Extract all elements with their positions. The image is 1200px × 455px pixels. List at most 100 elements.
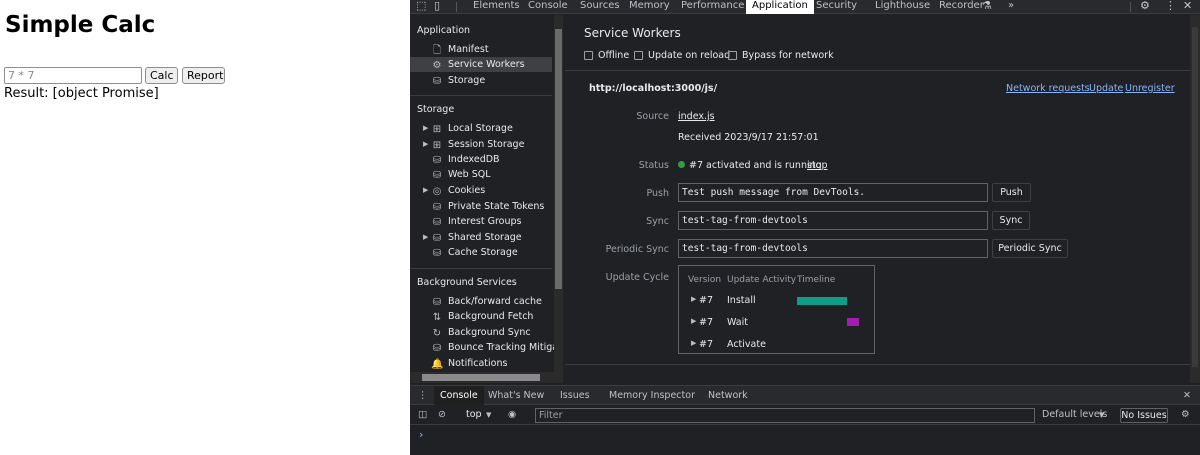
grid-icon: ⊞ xyxy=(432,140,442,151)
sidebar-item-label: Local Storage xyxy=(448,123,513,134)
sidebar-item-notifications[interactable]: 🔔 Notifications xyxy=(410,356,552,371)
dropdown-arrow-icon[interactable]: ▼ xyxy=(1099,405,1104,425)
unregister-link[interactable]: Unregister xyxy=(1125,83,1175,94)
settings-gear-icon[interactable]: ⚙ xyxy=(1140,0,1150,14)
sync-tag-input[interactable]: test-tag-from-devtools xyxy=(678,211,988,230)
sidebar-item-back-forward-cache[interactable]: ⛁ Back/forward cache xyxy=(410,294,552,309)
expand-arrow-icon[interactable]: ▶ xyxy=(691,339,696,347)
sidebar-hscroll-thumb[interactable] xyxy=(422,374,540,381)
cycle-activity: Install xyxy=(727,295,756,306)
drawer-tab-memory-inspector[interactable]: Memory Inspector xyxy=(609,386,695,405)
calc-button[interactable]: Calc xyxy=(145,67,178,84)
sidebar-divider xyxy=(410,268,552,269)
console-filter-input[interactable]: Filter xyxy=(535,408,1035,423)
update-cycle-table: Version Update Activity Timeline ▶ #7 In… xyxy=(678,265,875,354)
log-levels-dropdown[interactable]: Default levels xyxy=(1042,405,1107,425)
sidebar-item-cache-storage[interactable]: ⛁ Cache Storage xyxy=(410,245,552,260)
context-selector[interactable]: top xyxy=(466,405,482,425)
inspect-element-icon[interactable]: ⬚ xyxy=(416,0,426,14)
network-requests-link[interactable]: Network requests xyxy=(1006,83,1090,94)
sync-button[interactable]: Sync xyxy=(992,211,1030,230)
sidebar-item-session-storage[interactable]: ▶ ⊞ Session Storage xyxy=(410,137,552,152)
tab-recorder[interactable]: Recorder xyxy=(939,0,984,14)
sidebar-item-bounce-tracking[interactable]: ⛁ Bounce Tracking Mitigations xyxy=(410,340,554,355)
sidebar-item-label: Back/forward cache xyxy=(448,296,542,307)
sidebar-item-shared-storage[interactable]: ▶ ⛁ Shared Storage xyxy=(410,230,552,245)
sidebar-item-background-fetch[interactable]: ⇅ Background Fetch xyxy=(410,309,552,324)
tab-security[interactable]: Security xyxy=(816,0,857,14)
web-page: Simple Calc Calc Report Result: [object … xyxy=(0,0,410,455)
close-drawer-icon[interactable]: ✕ xyxy=(1183,386,1191,405)
report-button[interactable]: Report xyxy=(182,67,225,84)
file-icon: 🗋 xyxy=(432,45,442,56)
console-settings-gear-icon[interactable]: ⚙ xyxy=(1181,405,1190,425)
sidebar-scrollbar[interactable] xyxy=(554,15,563,372)
status-running-dot xyxy=(678,161,685,168)
sidebar-item-manifest[interactable]: 🗋 Manifest xyxy=(410,42,552,57)
expand-arrow-icon[interactable]: ▶ xyxy=(691,295,696,303)
close-devtools-icon[interactable]: ✕ xyxy=(1183,0,1192,14)
checkbox-box[interactable] xyxy=(584,51,593,60)
drawer-tab-issues[interactable]: Issues xyxy=(560,386,590,405)
sidebar-item-storage[interactable]: ⛁ Storage xyxy=(410,73,552,88)
sidebar-horizontal-scrollbar[interactable] xyxy=(410,372,563,383)
sidebar-scroll-thumb[interactable] xyxy=(555,29,562,289)
stop-link[interactable]: stop xyxy=(807,160,828,171)
cookie-icon: ◎ xyxy=(432,186,442,197)
device-toolbar-icon[interactable]: ▯ xyxy=(434,0,440,14)
dropdown-arrow-icon[interactable]: ▼ xyxy=(486,405,491,425)
clear-console-icon[interactable]: ⊘ xyxy=(438,405,446,425)
periodic-sync-tag-input[interactable]: test-tag-from-devtools xyxy=(678,239,988,258)
expression-input[interactable] xyxy=(4,67,142,84)
sidebar-item-web-sql[interactable]: ⛁ Web SQL xyxy=(410,167,552,182)
checkbox-box[interactable] xyxy=(728,51,737,60)
devtools-tabbar: ⬚ ▯ Elements Console Sources Memory Perf… xyxy=(410,0,1200,14)
sidebar-item-private-state-tokens[interactable]: ⛁ Private State Tokens xyxy=(410,199,552,214)
sidebar-header-storage: Storage xyxy=(417,104,455,115)
expand-arrow-icon[interactable]: ▶ xyxy=(423,183,431,198)
sidebar-item-indexeddb[interactable]: ⛁ IndexedDB xyxy=(410,152,552,167)
expand-arrow-icon[interactable]: ▶ xyxy=(423,230,431,245)
tab-application[interactable]: Application xyxy=(746,0,814,14)
sidebar-item-interest-groups[interactable]: ⛁ Interest Groups xyxy=(410,214,552,229)
application-sidebar: Application 🗋 Manifest ⚙ Service Workers… xyxy=(410,15,554,372)
source-file-link[interactable]: index.js xyxy=(678,111,715,122)
update-link[interactable]: Update xyxy=(1089,83,1123,94)
checkbox-box[interactable] xyxy=(634,51,643,60)
push-message-input[interactable]: Test push message from DevTools. xyxy=(678,183,988,202)
tab-memory[interactable]: Memory xyxy=(629,0,670,14)
sidebar-item-background-sync[interactable]: ↻ Background Sync xyxy=(410,325,552,340)
main-scroll-thumb[interactable] xyxy=(1192,27,1198,367)
drawer-menu-icon[interactable]: ⋮ xyxy=(418,386,428,405)
live-expression-eye-icon[interactable]: ◉ xyxy=(508,405,516,425)
push-button[interactable]: Push xyxy=(992,183,1031,202)
drawer-tab-console[interactable]: Console xyxy=(434,386,484,405)
console-prompt[interactable]: › xyxy=(419,428,423,441)
expand-arrow-icon[interactable]: ▶ xyxy=(423,137,431,152)
periodic-sync-label: Periodic Sync xyxy=(605,244,669,255)
tab-console[interactable]: Console xyxy=(528,0,568,14)
issues-counter-button[interactable]: No Issues xyxy=(1120,408,1168,423)
drawer-tab-whats-new[interactable]: What's New xyxy=(488,386,544,405)
sidebar-item-local-storage[interactable]: ▶ ⊞ Local Storage xyxy=(410,121,552,136)
expand-arrow-icon[interactable]: ▶ xyxy=(691,317,696,325)
worker-origin: http://localhost:3000/js/ xyxy=(589,83,718,94)
sidebar-toggle-icon[interactable]: ◫ xyxy=(418,405,427,425)
tab-lighthouse[interactable]: Lighthouse xyxy=(875,0,930,14)
database-icon: ⛁ xyxy=(432,343,442,354)
drawer-tab-network[interactable]: Network xyxy=(708,386,748,405)
sidebar-item-label: Manifest xyxy=(448,44,489,55)
sidebar-item-service-workers[interactable]: ⚙ Service Workers xyxy=(410,57,552,72)
tab-performance[interactable]: Performance xyxy=(681,0,744,14)
more-tabs-button[interactable]: » xyxy=(1008,0,1014,14)
expand-arrow-icon[interactable]: ▶ xyxy=(423,121,431,136)
tab-sources[interactable]: Sources xyxy=(580,0,620,14)
periodic-sync-button[interactable]: Periodic Sync xyxy=(992,239,1068,258)
main-panel-scrollbar[interactable] xyxy=(1190,15,1200,383)
bypass-for-network-checkbox[interactable]: Bypass for network xyxy=(728,50,838,62)
sidebar-item-cookies[interactable]: ▶ ◎ Cookies xyxy=(410,183,552,198)
tab-elements[interactable]: Elements xyxy=(473,0,520,14)
update-on-reload-checkbox[interactable]: Update on reload xyxy=(634,50,734,62)
toolbar-divider xyxy=(456,2,457,12)
more-options-icon[interactable]: ⋮ xyxy=(1165,0,1176,14)
